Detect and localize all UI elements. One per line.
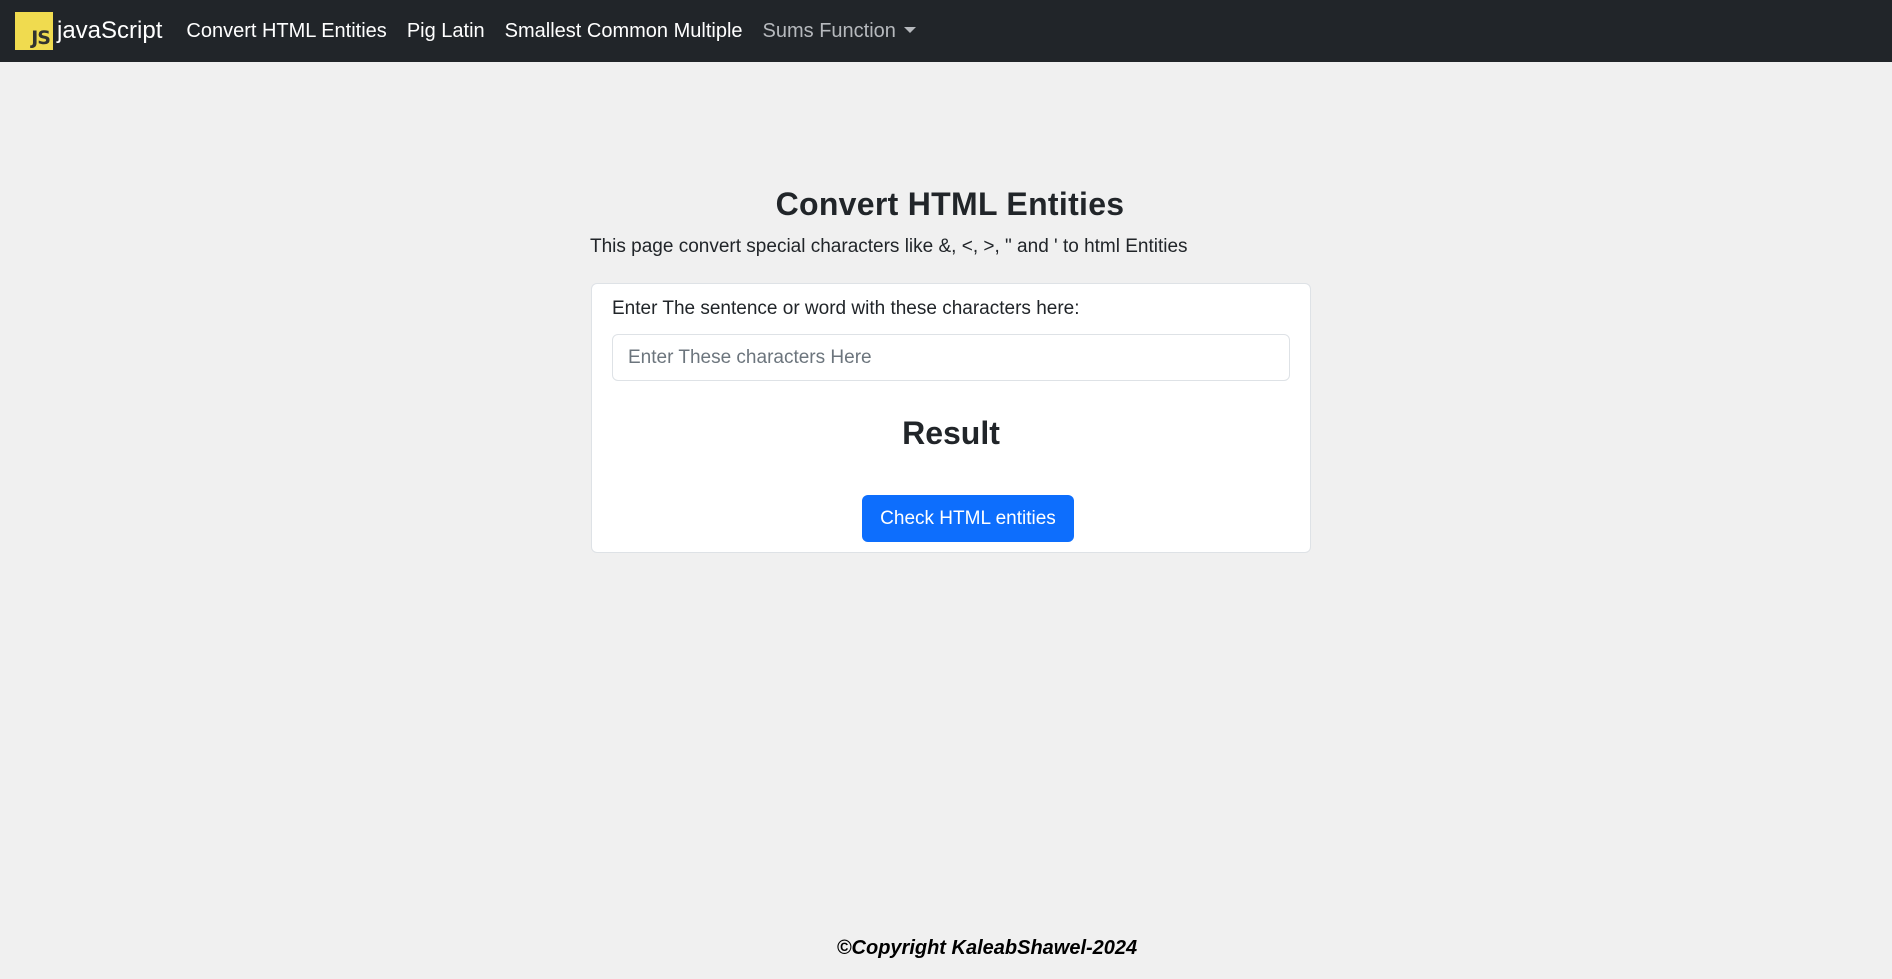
brand-title: javaScript: [57, 17, 163, 44]
navbar: JS javaScript Convert HTML Entities Pig …: [0, 0, 1892, 62]
result-heading: Result: [902, 415, 1000, 451]
check-html-entities-button[interactable]: Check HTML entities: [862, 495, 1074, 542]
chevron-down-icon: [903, 27, 916, 33]
page-description: This page convert special characters lik…: [590, 236, 1188, 257]
brand-link[interactable]: JS javaScript: [15, 12, 162, 50]
nav-link-convert-html-entities[interactable]: Convert HTML Entities: [176, 0, 396, 62]
nav-dropdown-label: Sums Function: [762, 20, 896, 42]
nav-dropdown-sums-function[interactable]: Sums Function: [753, 0, 926, 62]
nav-link-pig-latin[interactable]: Pig Latin: [397, 0, 495, 62]
nav-link-smallest-common-multiple[interactable]: Smallest Common Multiple: [495, 0, 753, 62]
js-logo-text: JS: [31, 27, 51, 49]
converter-card: Enter The sentence or word with these ch…: [591, 283, 1311, 553]
input-label: Enter The sentence or word with these ch…: [612, 298, 1080, 319]
footer-copyright: ©Copyright KaleabShawel-2024: [836, 937, 1138, 959]
js-logo-icon: JS: [15, 12, 53, 50]
characters-input[interactable]: [612, 334, 1290, 381]
page-title: Convert HTML Entities: [775, 186, 1125, 222]
